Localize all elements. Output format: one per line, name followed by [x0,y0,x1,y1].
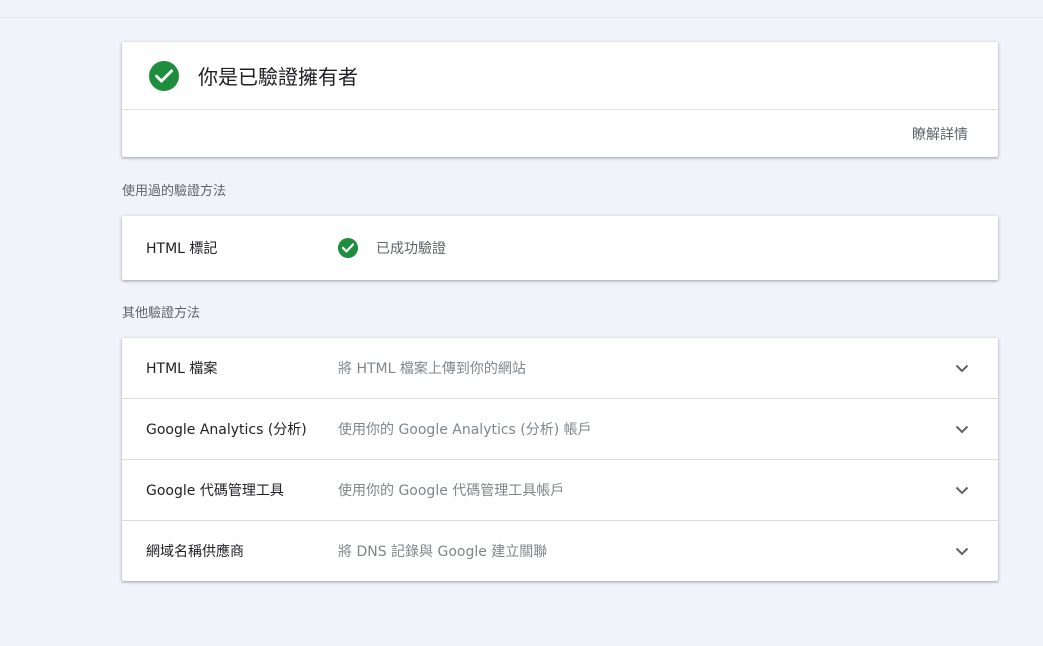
method-name: HTML 標記 [146,241,218,257]
owner-status-footer: 瞭解詳情 [122,110,998,157]
method-description: 將 HTML 檔案上傳到你的網站 [338,361,526,377]
chevron-down-icon[interactable] [950,539,974,563]
method-row-tag-manager[interactable]: Google 代碼管理工具 使用你的 Google 代碼管理工具帳戶 [122,460,998,521]
owner-status-header: 你是已驗證擁有者 [122,42,998,110]
owner-status-title: 你是已驗證擁有者 [198,65,358,89]
owner-status-card: 你是已驗證擁有者 瞭解詳情 [122,42,998,157]
method-row-html-file[interactable]: HTML 檔案 將 HTML 檔案上傳到你的網站 [122,338,998,399]
verification-page: 你是已驗證擁有者 瞭解詳情 使用過的驗證方法 HTML 標記 已成功驗證 其他驗… [122,42,998,581]
method-description: 使用你的 Google Analytics (分析) 帳戶 [338,422,592,438]
used-method-row: HTML 標記 已成功驗證 [122,216,998,280]
method-name: Google Analytics (分析) [146,422,307,438]
method-name: HTML 檔案 [146,361,218,377]
other-methods-label: 其他驗證方法 [122,306,201,321]
method-row-domain-provider[interactable]: 網域名稱供應商 將 DNS 記錄與 Google 建立關聯 [122,521,998,581]
method-name: Google 代碼管理工具 [146,483,284,499]
used-methods-label: 使用過的驗證方法 [122,184,227,199]
method-name: 網域名稱供應商 [146,544,244,560]
chevron-down-icon[interactable] [950,478,974,502]
verification-status: 已成功驗證 [376,241,446,257]
top-divider [0,0,1043,18]
method-description: 使用你的 Google 代碼管理工具帳戶 [338,483,565,499]
learn-more-link[interactable]: 瞭解詳情 [912,124,968,144]
check-circle-icon [338,238,358,258]
check-circle-icon [149,60,179,91]
method-row-google-analytics[interactable]: Google Analytics (分析) 使用你的 Google Analyt… [122,399,998,460]
chevron-down-icon[interactable] [950,356,974,380]
chevron-down-icon[interactable] [950,417,974,441]
method-description: 將 DNS 記錄與 Google 建立關聯 [338,544,548,560]
other-methods-list: HTML 檔案 將 HTML 檔案上傳到你的網站 Google Analytic… [122,338,998,581]
